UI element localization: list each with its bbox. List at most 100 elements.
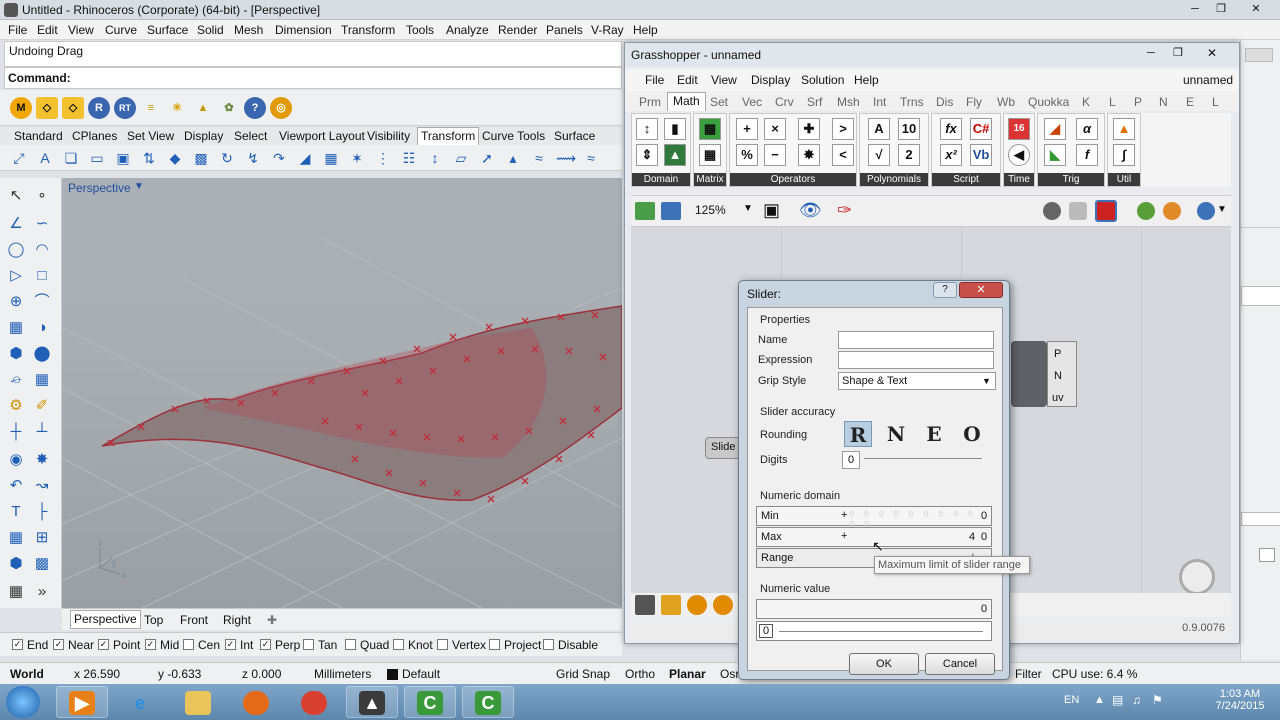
gh-maximize-icon[interactable]: ❐ [1173, 46, 1183, 59]
render-rt-icon[interactable]: RT [114, 97, 136, 119]
gh-tab-quokka[interactable]: Quokka [1028, 95, 1069, 109]
mass-addition-icon[interactable]: ✚ [798, 118, 820, 140]
expand-icon[interactable]: » [32, 582, 52, 602]
menu-panels[interactable]: Panels [546, 23, 583, 37]
component-node[interactable] [1011, 341, 1047, 407]
gh-tab-dis[interactable]: Dis [936, 95, 953, 109]
grid-icon[interactable]: ▦ [6, 582, 26, 602]
graph-icon[interactable]: ▲ [1113, 118, 1135, 140]
tray-expand-icon[interactable]: ▲ [1094, 694, 1105, 706]
text-icon[interactable]: T [6, 502, 26, 522]
rounding-option-r[interactable]: R [844, 421, 872, 447]
tab-right[interactable]: Right [223, 613, 251, 627]
taskbar-chrome[interactable] [288, 686, 340, 718]
menu-mesh[interactable]: Mesh [234, 23, 263, 37]
cage-icon[interactable]: ▴ [504, 149, 522, 167]
tab-viewport-layout[interactable]: Viewport Layout [279, 129, 365, 143]
rotate-icon[interactable]: ↻ [218, 149, 236, 167]
status-grid-snap[interactable]: Grid Snap [556, 667, 610, 681]
bake-icon[interactable] [1095, 200, 1117, 222]
target-icon[interactable]: ◎ [270, 97, 292, 119]
taper-icon[interactable]: ◢ [296, 149, 314, 167]
smooth-icon[interactable]: ≈ [530, 149, 548, 167]
osnap-point-checkbox[interactable]: ✓ [98, 639, 109, 650]
viewport-label[interactable]: Perspective [68, 181, 131, 195]
add-viewport-icon[interactable]: ✚ [267, 613, 277, 627]
taskbar-camtasia-2[interactable]: C [462, 686, 514, 718]
status-osnap[interactable]: Osr [720, 667, 739, 681]
gh-tab-e[interactable]: E [1186, 95, 1194, 109]
gh-tab-vec[interactable]: Vec [742, 95, 762, 109]
gh-tab-trns[interactable]: Trns [900, 95, 924, 109]
loft-icon[interactable]: ◑ [32, 318, 52, 338]
sun-icon[interactable]: ☀ [166, 97, 188, 119]
numeric-value-row[interactable]: 0 [756, 599, 992, 619]
tab-perspective[interactable]: Perspective [70, 610, 141, 629]
smooth-num-icon[interactable]: ∫ [1113, 144, 1135, 166]
array-surface-icon[interactable]: ☷ [400, 149, 418, 167]
move-icon[interactable]: ⤢ [10, 149, 28, 167]
box-icon[interactable]: ▣ [114, 149, 132, 167]
output-p[interactable]: P [1054, 348, 1061, 360]
osnap-mid-checkbox[interactable]: ✓ [145, 639, 156, 650]
tab-front[interactable]: Front [180, 613, 208, 627]
menu-edit[interactable]: Edit [37, 23, 58, 37]
mesh-icon[interactable]: ▦ [32, 370, 52, 390]
point-icon[interactable]: ∘ [32, 186, 52, 206]
select-arrow-icon[interactable]: ↖ [6, 186, 26, 206]
alpha-icon[interactable]: α [1076, 118, 1098, 140]
rounding-option-e[interactable]: E [920, 421, 948, 447]
zoom-extents-icon[interactable]: ▣ [763, 200, 780, 221]
maximize-icon[interactable]: ❐ [1208, 1, 1234, 17]
navigation-widget[interactable] [1179, 559, 1215, 595]
series-icon[interactable]: ✸ [798, 144, 820, 166]
menu-tools[interactable]: Tools [406, 23, 434, 37]
gh-tab-srf[interactable]: Srf [807, 95, 822, 109]
preview-dropdown-icon[interactable]: ▼ [1217, 204, 1227, 215]
vb-icon[interactable]: Vb [970, 144, 992, 166]
transform-icon[interactable]: ↝ [32, 476, 52, 496]
osnap-end-checkbox[interactable]: ✓ [12, 639, 23, 650]
gh-close-icon[interactable]: ✕ [1207, 46, 1217, 60]
macro-m-icon[interactable]: M [10, 97, 32, 119]
tab-cplanes[interactable]: CPlanes [72, 129, 117, 143]
perspective-viewport[interactable]: z x y [62, 178, 622, 608]
splop-icon[interactable]: ⟿ [556, 149, 576, 167]
fx-icon[interactable]: fx [940, 118, 962, 140]
tab-set-view[interactable]: Set View [127, 129, 174, 143]
menu-dimension[interactable]: Dimension [275, 23, 332, 37]
triangle-icon[interactable]: ◢ [1044, 118, 1066, 140]
tag-multi-icon[interactable]: ◇ [62, 97, 84, 119]
viewport-menu-icon[interactable]: ▼ [134, 181, 144, 192]
gh-tab-l2[interactable]: L [1212, 95, 1219, 109]
block-icon[interactable]: ⊞ [32, 528, 52, 548]
multiply-icon[interactable]: × [764, 118, 786, 140]
addition-icon[interactable]: + [736, 118, 758, 140]
dialog-help-icon[interactable]: ? [933, 282, 957, 298]
min-row[interactable]: Min + 0 0 0 0 0 0 0 0 0 0 0 0 [756, 506, 992, 530]
gh-minimize-icon[interactable]: ─ [1147, 47, 1155, 59]
tab-select[interactable]: Select [234, 129, 267, 143]
bottom-orb2-icon[interactable] [713, 595, 733, 615]
gh-tab-int[interactable]: Int [873, 95, 886, 109]
menu-view[interactable]: View [68, 23, 94, 37]
domain-icon[interactable]: ↕ [636, 118, 658, 140]
language-indicator[interactable]: EN [1064, 694, 1079, 706]
shader-icon[interactable] [1137, 202, 1155, 220]
gh-tab-wb[interactable]: Wb [997, 95, 1015, 109]
tab-standard[interactable]: Standard [14, 129, 63, 143]
gh-doc-name[interactable]: unnamed [1183, 73, 1233, 87]
name-input[interactable] [838, 331, 994, 349]
rotate-left-icon[interactable]: ↶ [6, 476, 26, 496]
gh-tab-set[interactable]: Set [710, 95, 728, 109]
expression-input[interactable] [838, 351, 994, 369]
domain2-icon[interactable]: ⇕ [636, 144, 658, 166]
status-ortho[interactable]: Ortho [625, 667, 655, 681]
bend-icon[interactable]: ↷ [270, 149, 288, 167]
tab-transform[interactable]: Transform [417, 127, 480, 145]
panel-field-2[interactable] [1241, 512, 1280, 526]
digits-track[interactable] [864, 449, 982, 469]
solver-icon[interactable] [1043, 202, 1061, 220]
taskbar-camtasia[interactable]: C [404, 686, 456, 718]
osnap-cen-checkbox[interactable] [183, 639, 194, 650]
